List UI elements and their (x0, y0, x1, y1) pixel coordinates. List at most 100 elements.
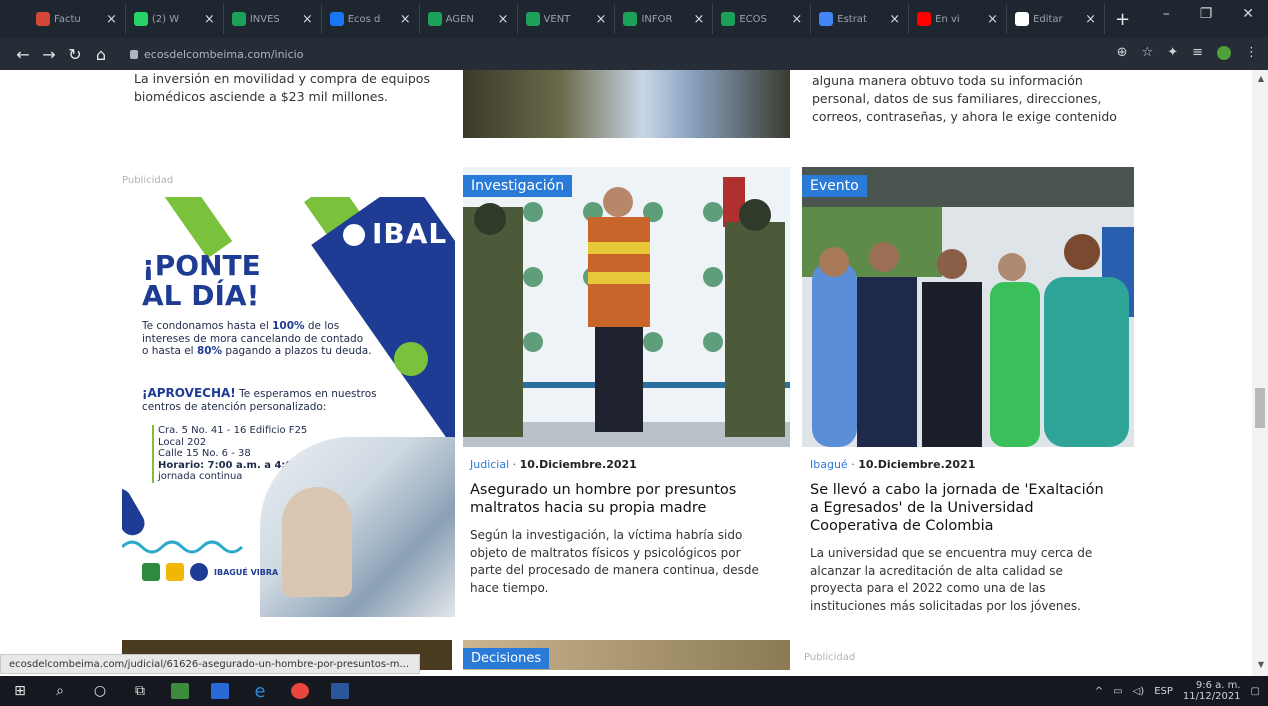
reload-icon[interactable]: ↻ (62, 45, 88, 64)
tab-close-icon[interactable]: × (400, 12, 411, 27)
maximize-icon[interactable]: ❐ (1200, 6, 1213, 22)
tab-close-icon[interactable]: × (987, 12, 998, 27)
browser-address-bar: ← → ↻ ⌂ ecosdelcombeima.com/inicio ⊕ ☆ ✦… (0, 38, 1268, 70)
tab-favicon-icon (917, 12, 932, 26)
home-icon[interactable]: ⌂ (88, 45, 114, 64)
event-group-photo (802, 167, 1134, 447)
word-icon[interactable] (320, 676, 360, 706)
network-icon[interactable]: ▭ (1113, 686, 1122, 697)
browser-tab[interactable]: Factu × (28, 4, 126, 34)
close-icon[interactable]: ✕ (1242, 6, 1254, 22)
ibal-logo-icon (340, 221, 368, 249)
category-badge-evento[interactable]: Evento (802, 175, 867, 197)
tab-favicon-icon (231, 12, 246, 26)
ad-footer-logos: IBAGUÉ VIBRA (142, 563, 278, 581)
browser-tab[interactable]: INVES × (224, 4, 322, 34)
tab-close-icon[interactable]: × (791, 12, 802, 27)
browser-tab[interactable]: En vi × (909, 4, 1008, 34)
ad-label-bottom: Publicidad (804, 652, 856, 663)
new-tab-button[interactable]: + (1115, 9, 1130, 30)
browser-tab-bar: Factu × (2) W × INVES × Ecos d × AGEN × VENT × INFOR… (0, 0, 1268, 38)
tab-close-icon[interactable]: × (693, 12, 704, 27)
tab-favicon-icon (133, 12, 148, 26)
tab-close-icon[interactable]: × (106, 12, 117, 27)
browser-tab[interactable]: Ecos d × (322, 4, 420, 34)
article-category[interactable]: Judicial (470, 458, 509, 471)
tab-label: Factu (54, 13, 81, 25)
search-icon[interactable]: ⌕ (40, 676, 80, 706)
top-right-snippet[interactable]: alguna manera obtuvo toda su información… (812, 72, 1122, 126)
article-image-evento[interactable]: Evento (802, 167, 1134, 447)
tray-chevron-icon[interactable]: ^ (1095, 686, 1103, 697)
tab-close-icon[interactable]: × (204, 12, 215, 27)
clock[interactable]: 9:6 a. m. 11/12/2021 (1183, 680, 1241, 702)
extensions-icon[interactable]: ✦ (1167, 45, 1178, 60)
windows-start-icon[interactable]: ⊞ (0, 676, 40, 706)
back-arrow-icon[interactable]: ← (10, 45, 36, 64)
app-icon-2[interactable] (200, 676, 240, 706)
edge-browser-icon[interactable]: e (240, 676, 280, 706)
tab-favicon-icon (721, 12, 736, 26)
tab-close-icon[interactable]: × (596, 12, 607, 27)
top-article-image[interactable] (463, 70, 790, 138)
article-image-investigacion[interactable]: Investigación (463, 167, 790, 447)
ad-logo: IBAL (372, 217, 448, 250)
profile-avatar[interactable] (1217, 45, 1231, 60)
ad-body-text: Te condonamos hasta el 100% de los inter… (142, 320, 372, 357)
ad-aprovecha-text: ¡APROVECHA! Te esperamos en nuestros cen… (142, 386, 377, 413)
article-excerpt: La universidad que se encuentra muy cerc… (810, 546, 1093, 613)
tab-label: VENT (543, 13, 571, 25)
windows-taskbar: ⊞ ⌕ ○ ⧉ e ^ ▭ ◁) ESP 9:6 a. m. 11/12/202… (0, 676, 1268, 706)
volume-icon[interactable]: ◁) (1133, 686, 1145, 697)
page-scrollbar[interactable] (1252, 70, 1268, 676)
menu-dots-icon[interactable]: ⋮ (1245, 45, 1258, 60)
scrollbar-thumb[interactable] (1255, 388, 1265, 428)
ad-label: Publicidad (122, 175, 174, 186)
tab-close-icon[interactable]: × (498, 12, 509, 27)
tab-favicon-icon (525, 12, 540, 26)
article-excerpt: Según la investigación, la víctima habrí… (470, 528, 759, 595)
chrome-icon[interactable] (280, 676, 320, 706)
tab-favicon-icon (36, 12, 50, 26)
language-indicator[interactable]: ESP (1154, 686, 1173, 697)
bookmark-star-icon[interactable]: ☆ (1142, 45, 1154, 60)
browser-tab[interactable]: (2) W × (126, 4, 224, 34)
browser-tab[interactable]: Estrat × (811, 4, 910, 34)
status-bar-url: ecosdelcombeima.com/judicial/61626-asegu… (0, 654, 420, 674)
top-left-snippet[interactable]: La inversión en movilidad y compra de eq… (134, 70, 434, 106)
ad-footer-tag: IBAGUÉ VIBRA (214, 567, 279, 577)
article-date: 10.Diciembre.2021 (858, 458, 976, 471)
article-meta: Ibagué · 10.Diciembre.2021 (810, 458, 976, 471)
ad-person-figure (282, 487, 352, 597)
nine-logo-icon (190, 563, 208, 581)
window-controls: – ❐ ✕ (1163, 6, 1254, 22)
article-category[interactable]: Ibagué (810, 458, 848, 471)
task-view-icon[interactable]: ⧉ (120, 676, 160, 706)
browser-tab[interactable]: VENT × (518, 4, 616, 34)
browser-tab[interactable]: AGEN × (420, 4, 518, 34)
tab-favicon-icon (1015, 12, 1030, 26)
browser-tab[interactable]: INFOR × (615, 4, 714, 34)
article-title[interactable]: Asegurado un hombre por presuntos maltra… (470, 481, 770, 517)
app-icon-1[interactable] (160, 676, 200, 706)
category-badge-investigacion[interactable]: Investigación (463, 175, 573, 197)
tab-close-icon[interactable]: × (1085, 12, 1096, 27)
tab-close-icon[interactable]: × (889, 12, 900, 27)
category-badge-decisiones[interactable]: Decisiones (463, 648, 550, 669)
browser-tab[interactable]: ECOS × (713, 4, 812, 34)
ibal-advertisement[interactable]: IBAL ¡PONTE AL DÍA! Te condonamos hasta … (122, 197, 455, 617)
tab-close-icon[interactable]: × (302, 12, 313, 27)
forward-arrow-icon[interactable]: → (36, 45, 62, 64)
notification-icon[interactable]: ▢ (1251, 686, 1260, 697)
cortana-icon[interactable]: ○ (80, 676, 120, 706)
bottom-article-image-center[interactable]: Decisiones (463, 640, 790, 670)
tab-label: Editar (1033, 13, 1063, 25)
url-field[interactable]: ecosdelcombeima.com/inicio (130, 48, 303, 61)
translate-icon[interactable]: ⊕ (1117, 45, 1128, 60)
scroll-up-arrow-icon[interactable]: ▲ (1258, 74, 1264, 83)
scroll-down-arrow-icon[interactable]: ▼ (1258, 660, 1264, 669)
browser-tab[interactable]: Editar × (1007, 4, 1105, 34)
reading-list-icon[interactable]: ≡ (1192, 45, 1203, 60)
minimize-icon[interactable]: – (1163, 6, 1170, 22)
article-title[interactable]: Se llevó a cabo la jornada de 'Exaltació… (810, 481, 1115, 535)
